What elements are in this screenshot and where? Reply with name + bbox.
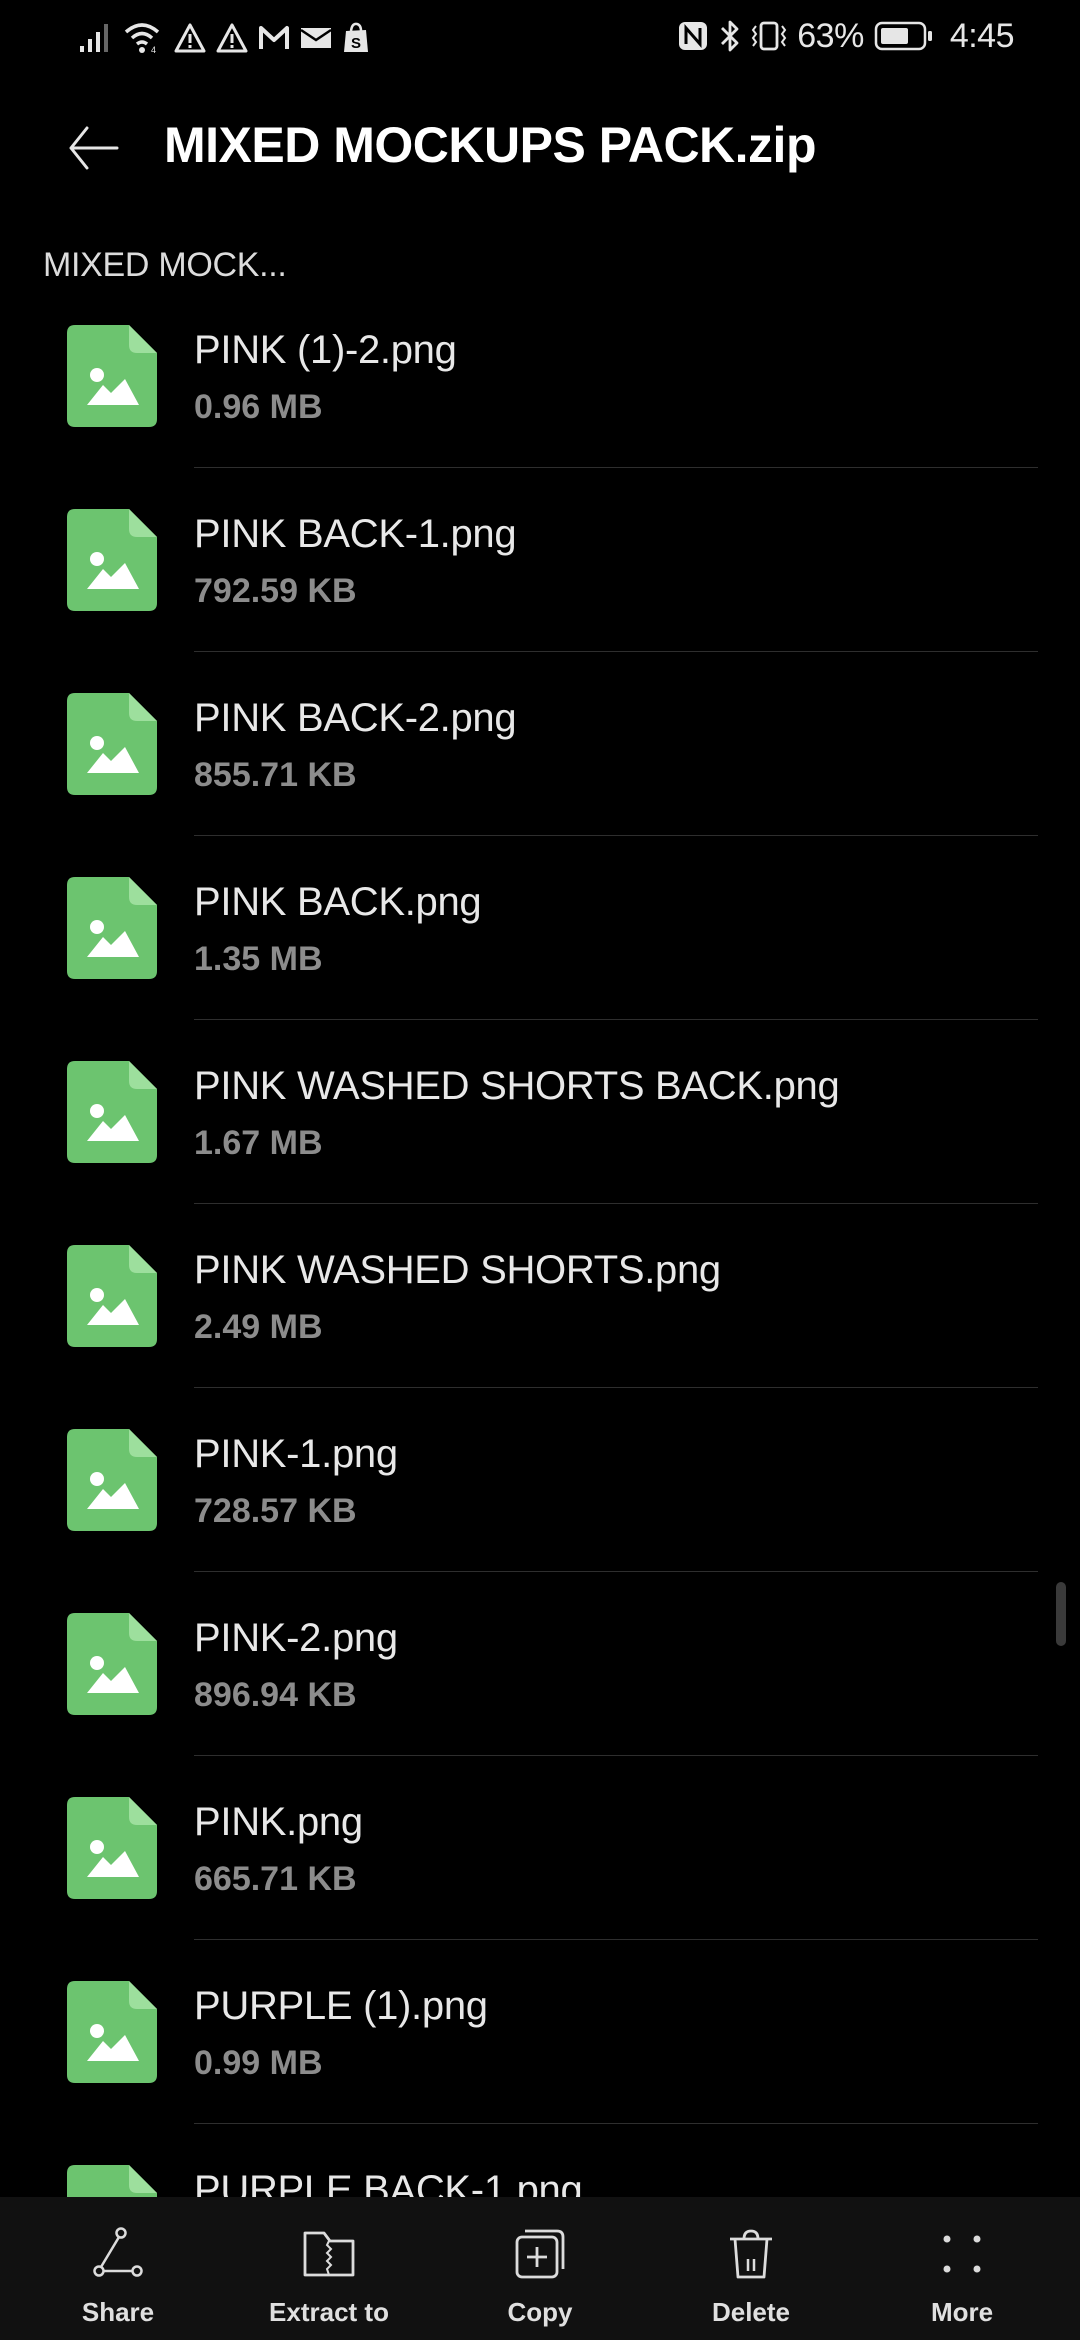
file-size: 0.96 MB bbox=[194, 388, 323, 426]
more-button[interactable]: More bbox=[882, 2197, 1042, 2340]
divider bbox=[194, 467, 1038, 468]
divider bbox=[194, 1387, 1038, 1388]
share-button[interactable]: Share bbox=[38, 2197, 198, 2340]
divider bbox=[194, 1019, 1038, 1020]
bottom-action-bar: Share Extract to Copy Delete More bbox=[0, 2197, 1080, 2340]
mail-icon bbox=[300, 26, 332, 50]
status-bar: 4 S 63% 4:45 bbox=[0, 0, 1080, 80]
file-list-item[interactable]: PINK WASHED SHORTS.png 2.49 MB bbox=[0, 1230, 1080, 1414]
divider bbox=[194, 1571, 1038, 1572]
arrow-left-icon bbox=[69, 126, 119, 170]
divider bbox=[194, 2123, 1038, 2124]
divider bbox=[194, 1939, 1038, 1940]
trash-icon bbox=[724, 2225, 778, 2283]
delete-label: Delete bbox=[711, 2297, 791, 2327]
file-name: PINK.png bbox=[194, 1800, 363, 1844]
image-file-icon bbox=[67, 693, 157, 795]
image-file-icon bbox=[67, 1981, 157, 2083]
back-button[interactable] bbox=[58, 118, 128, 178]
file-list-item[interactable]: PURPLE (1).png 0.99 MB bbox=[0, 1966, 1080, 2150]
file-name: PINK BACK.png bbox=[194, 880, 482, 924]
vibrate-icon bbox=[751, 20, 787, 52]
file-size: 896.94 KB bbox=[194, 1676, 357, 1714]
warning-icon bbox=[216, 23, 248, 53]
delete-button[interactable]: Delete bbox=[671, 2197, 831, 2340]
file-list-item[interactable]: PINK BACK.png 1.35 MB bbox=[0, 862, 1080, 1046]
divider bbox=[194, 835, 1038, 836]
svg-text:4: 4 bbox=[151, 45, 156, 54]
file-list-item[interactable]: PINK (1)-2.png 0.96 MB bbox=[0, 310, 1080, 494]
file-size: 1.35 MB bbox=[194, 940, 323, 978]
gmail-icon bbox=[258, 25, 290, 51]
file-size: 1.67 MB bbox=[194, 1124, 323, 1162]
copy-icon bbox=[513, 2225, 567, 2283]
file-list: PINK (1)-2.png 0.96 MB PINK BACK-1.png 792.… bbox=[0, 310, 1080, 2334]
extract-to-button[interactable]: Extract to bbox=[249, 2197, 409, 2340]
file-list-item[interactable]: PINK BACK-2.png 855.71 KB bbox=[0, 678, 1080, 862]
file-size: 728.57 KB bbox=[194, 1492, 357, 1530]
image-file-icon bbox=[67, 1797, 157, 1899]
more-dots-icon bbox=[935, 2225, 989, 2283]
file-name: PINK WASHED SHORTS BACK.png bbox=[194, 1064, 840, 1108]
file-list-item[interactable]: PINK.png 665.71 KB bbox=[0, 1782, 1080, 1966]
image-file-icon bbox=[67, 325, 157, 427]
battery-icon bbox=[874, 21, 934, 51]
nfc-icon bbox=[677, 20, 709, 52]
file-list-item[interactable]: PINK-2.png 896.94 KB bbox=[0, 1598, 1080, 1782]
extract-folder-icon bbox=[302, 2225, 356, 2283]
scrollbar[interactable] bbox=[1056, 1582, 1066, 1646]
file-size: 855.71 KB bbox=[194, 756, 357, 794]
file-name: PINK-2.png bbox=[194, 1616, 398, 1660]
divider bbox=[194, 1755, 1038, 1756]
file-list-item[interactable]: PINK BACK-1.png 792.59 KB bbox=[0, 494, 1080, 678]
warning-icon bbox=[174, 23, 206, 53]
file-size: 2.49 MB bbox=[194, 1308, 323, 1346]
image-file-icon bbox=[67, 877, 157, 979]
more-label: More bbox=[930, 2297, 994, 2327]
file-size: 665.71 KB bbox=[194, 1860, 357, 1898]
file-name: PINK WASHED SHORTS.png bbox=[194, 1248, 721, 1292]
signal-icon bbox=[80, 22, 114, 54]
file-name: PURPLE (1).png bbox=[194, 1984, 488, 2028]
image-file-icon bbox=[67, 509, 157, 611]
file-name: PINK BACK-2.png bbox=[194, 696, 517, 740]
wifi-icon: 4 bbox=[124, 22, 164, 54]
image-file-icon bbox=[67, 1245, 157, 1347]
bluetooth-icon bbox=[719, 19, 741, 53]
file-size: 0.99 MB bbox=[194, 2044, 323, 2082]
divider bbox=[194, 1203, 1038, 1204]
share-label: Share bbox=[81, 2297, 155, 2327]
breadcrumb[interactable]: MIXED MOCK... bbox=[43, 246, 287, 285]
status-bar-right: 63% 4:45 bbox=[677, 14, 1015, 58]
extract-to-label: Extract to bbox=[269, 2297, 389, 2327]
file-name: PINK (1)-2.png bbox=[194, 328, 457, 372]
copy-button[interactable]: Copy bbox=[460, 2197, 620, 2340]
share-icon bbox=[91, 2225, 145, 2283]
shopify-icon: S bbox=[342, 22, 370, 54]
image-file-icon bbox=[67, 1613, 157, 1715]
image-file-icon bbox=[67, 1061, 157, 1163]
file-list-item[interactable]: PINK WASHED SHORTS BACK.png 1.67 MB bbox=[0, 1046, 1080, 1230]
divider bbox=[194, 651, 1038, 652]
battery-percent: 63% bbox=[797, 16, 864, 55]
file-size: 792.59 KB bbox=[194, 572, 357, 610]
file-name: PINK-1.png bbox=[194, 1432, 398, 1476]
page-title: MIXED MOCKUPS PACK.zip bbox=[164, 117, 817, 173]
svg-text:S: S bbox=[351, 35, 361, 52]
file-list-item[interactable]: PINK-1.png 728.57 KB bbox=[0, 1414, 1080, 1598]
copy-label: Copy bbox=[507, 2297, 573, 2327]
file-name: PINK BACK-1.png bbox=[194, 512, 517, 556]
status-bar-left: 4 S bbox=[80, 18, 370, 58]
image-file-icon bbox=[67, 1429, 157, 1531]
clock: 4:45 bbox=[949, 16, 1015, 55]
